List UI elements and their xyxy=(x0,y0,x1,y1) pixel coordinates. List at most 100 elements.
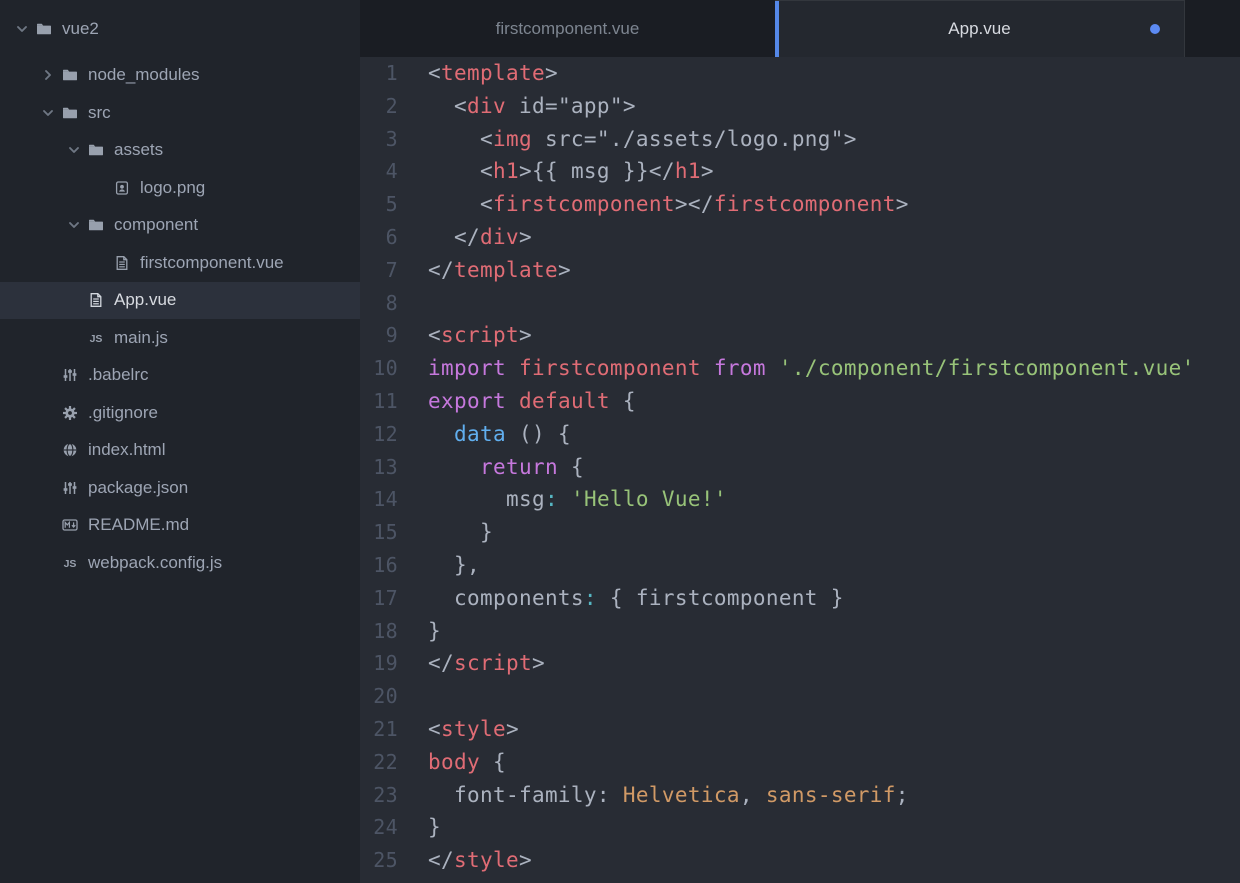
code-line-21[interactable]: 21 <style> xyxy=(360,713,1240,746)
code-line-16[interactable]: 16 }, xyxy=(360,549,1240,582)
code-line-content[interactable]: components: { firstcomponent } xyxy=(398,582,844,615)
code-line-5[interactable]: 5 <firstcomponent></firstcomponent> xyxy=(360,188,1240,221)
code-line-content[interactable]: } xyxy=(398,516,493,549)
code-line-14[interactable]: 14 msg: 'Hello Vue!' xyxy=(360,483,1240,516)
line-number[interactable]: 22 xyxy=(360,746,398,779)
chevron-down-icon[interactable] xyxy=(62,142,86,158)
code-line-content[interactable]: </div> xyxy=(398,221,532,254)
code-line-content[interactable]: msg: 'Hello Vue!' xyxy=(398,483,727,516)
tree-file-babelrc[interactable]: .babelrc xyxy=(0,357,360,395)
code-line-content[interactable]: body { xyxy=(398,746,506,779)
tree-file-main-js[interactable]: JS main.js xyxy=(0,319,360,357)
line-number[interactable]: 8 xyxy=(360,287,398,320)
line-number[interactable]: 21 xyxy=(360,713,398,746)
code-line-3[interactable]: 3 <img src="./assets/logo.png"> xyxy=(360,123,1240,156)
code-line-content[interactable]: data () { xyxy=(398,418,571,451)
code-line-9[interactable]: 9 <script> xyxy=(360,319,1240,352)
code-line-content[interactable]: export default { xyxy=(398,385,636,418)
line-number[interactable]: 1 xyxy=(360,57,398,90)
code-line-content[interactable]: </script> xyxy=(398,647,545,680)
line-number[interactable]: 10 xyxy=(360,352,398,385)
tree-file-firstcomponent-vue[interactable]: firstcomponent.vue xyxy=(0,244,360,282)
line-number[interactable]: 6 xyxy=(360,221,398,254)
line-number[interactable]: 12 xyxy=(360,418,398,451)
line-number[interactable]: 4 xyxy=(360,155,398,188)
code-line-6[interactable]: 6 </div> xyxy=(360,221,1240,254)
line-number[interactable]: 5 xyxy=(360,188,398,221)
code-line-1[interactable]: 1 <template> xyxy=(360,57,1240,90)
tree-file-app-vue[interactable]: App.vue xyxy=(0,281,360,319)
chevron-down-icon[interactable] xyxy=(36,105,60,121)
code-editor[interactable]: 1 <template> 2 <div id="app"> 3 <img src=".… xyxy=(360,57,1240,883)
code-line-content[interactable]: }, xyxy=(398,549,480,582)
line-number[interactable]: 18 xyxy=(360,615,398,648)
code-line-content[interactable]: <script> xyxy=(398,319,532,352)
tree-file-logo-png[interactable]: logo.png xyxy=(0,169,360,207)
code-line-content[interactable]: <firstcomponent></firstcomponent> xyxy=(398,188,909,221)
code-line-18[interactable]: 18} xyxy=(360,615,1240,648)
line-number[interactable]: 9 xyxy=(360,319,398,352)
tree-folder-node-modules[interactable]: node_modules xyxy=(0,57,360,95)
code-line-13[interactable]: 13 return { xyxy=(360,451,1240,484)
line-number[interactable]: 19 xyxy=(360,647,398,680)
chevron-right-icon[interactable] xyxy=(36,67,60,83)
code-line-content[interactable] xyxy=(398,680,428,713)
tab-firstcomponent-vue[interactable]: firstcomponent.vue xyxy=(360,0,775,57)
tree-file-webpack-config-js[interactable]: JS webpack.config.js xyxy=(0,544,360,582)
code-line-8[interactable]: 8 xyxy=(360,287,1240,320)
code-line-content[interactable]: <style> xyxy=(398,713,519,746)
tab-app-vue[interactable]: App.vue xyxy=(775,0,1185,57)
line-number[interactable]: 20 xyxy=(360,680,398,713)
line-number[interactable]: 3 xyxy=(360,123,398,156)
modified-indicator-dot[interactable] xyxy=(1150,24,1160,34)
code-line-20[interactable]: 20 xyxy=(360,680,1240,713)
code-line-content[interactable]: <h1>{{ msg }}</h1> xyxy=(398,155,714,188)
line-number[interactable]: 14 xyxy=(360,483,398,516)
code-line-content[interactable]: } xyxy=(398,811,441,844)
line-number[interactable]: 23 xyxy=(360,779,398,812)
tree-file-index-html[interactable]: index.html xyxy=(0,432,360,470)
code-line-7[interactable]: 7 </template> xyxy=(360,254,1240,287)
code-line-23[interactable]: 23 font-family: Helvetica, sans-serif; xyxy=(360,779,1240,812)
code-line-content[interactable]: <div id="app"> xyxy=(398,90,636,123)
chevron-down-icon[interactable] xyxy=(10,21,34,37)
code-line-content[interactable]: font-family: Helvetica, sans-serif; xyxy=(398,779,909,812)
code-line-11[interactable]: 11 export default { xyxy=(360,385,1240,418)
code-line-content[interactable]: import firstcomponent from './component/… xyxy=(398,352,1195,385)
code-line-12[interactable]: 12 data () { xyxy=(360,418,1240,451)
code-line-content[interactable]: <template> xyxy=(398,57,558,90)
chevron-down-icon[interactable] xyxy=(62,217,86,233)
code-line-content[interactable]: } xyxy=(398,615,441,648)
line-number[interactable]: 17 xyxy=(360,582,398,615)
tree-file-package-json[interactable]: package.json xyxy=(0,469,360,507)
code-line-25[interactable]: 25 </style> xyxy=(360,844,1240,877)
code-line-10[interactable]: 10 import firstcomponent from './componen… xyxy=(360,352,1240,385)
tree-file-gitignore[interactable]: .gitignore xyxy=(0,394,360,432)
code-line-content[interactable]: return { xyxy=(398,451,584,484)
code-line-4[interactable]: 4 <h1>{{ msg }}</h1> xyxy=(360,155,1240,188)
tree-folder-vue2[interactable]: vue2 xyxy=(0,10,360,48)
code-line-content[interactable] xyxy=(398,287,428,320)
code-line-content[interactable]: </template> xyxy=(398,254,571,287)
line-number[interactable]: 2 xyxy=(360,90,398,123)
code-line-22[interactable]: 22 body { xyxy=(360,746,1240,779)
line-number[interactable]: 7 xyxy=(360,254,398,287)
line-number[interactable]: 25 xyxy=(360,844,398,877)
code-line-15[interactable]: 15 } xyxy=(360,516,1240,549)
code-line-19[interactable]: 19 </script> xyxy=(360,647,1240,680)
code-token: div xyxy=(479,224,519,249)
tree-folder-assets[interactable]: assets xyxy=(0,132,360,170)
tree-file-readme-md[interactable]: README.md xyxy=(0,507,360,545)
line-number[interactable]: 11 xyxy=(360,385,398,418)
tree-folder-src[interactable]: src xyxy=(0,94,360,132)
code-line-content[interactable]: <img src="./assets/logo.png"> xyxy=(398,123,857,156)
line-number[interactable]: 15 xyxy=(360,516,398,549)
line-number[interactable]: 24 xyxy=(360,811,398,844)
code-line-24[interactable]: 24} xyxy=(360,811,1240,844)
line-number[interactable]: 16 xyxy=(360,549,398,582)
code-line-content[interactable]: </style> xyxy=(398,844,532,877)
code-line-17[interactable]: 17 components: { firstcomponent } xyxy=(360,582,1240,615)
tree-folder-component[interactable]: component xyxy=(0,207,360,245)
code-line-2[interactable]: 2 <div id="app"> xyxy=(360,90,1240,123)
line-number[interactable]: 13 xyxy=(360,451,398,484)
